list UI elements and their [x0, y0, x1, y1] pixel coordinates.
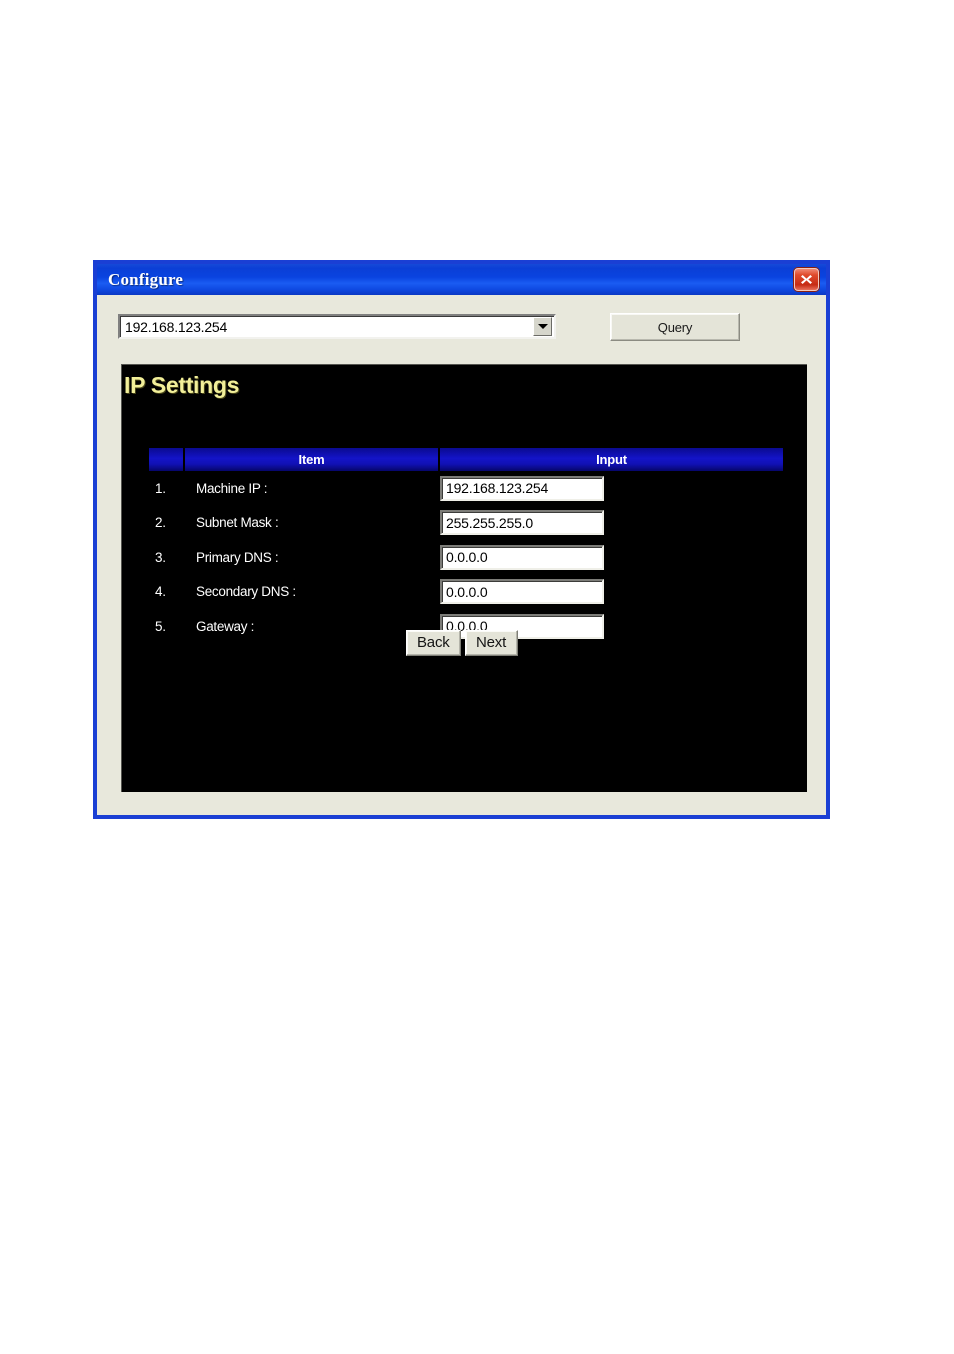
row-label: Secondary DNS :	[196, 584, 296, 600]
page-title: IP Settings	[124, 372, 240, 398]
row-number: 1.	[155, 480, 166, 496]
window-title: Configure	[108, 269, 184, 289]
toolbar: 192.168.123.254 Query	[97, 295, 826, 355]
back-button[interactable]: Back	[406, 630, 461, 656]
ip-address-combobox-value: 192.168.123.254	[125, 319, 228, 334]
row-label: Primary DNS :	[196, 549, 279, 565]
navigation-buttons: Back Next	[406, 630, 518, 656]
table-row: 1. Machine IP : 192.168.123.254	[149, 471, 783, 506]
column-header-item: Item	[185, 448, 438, 471]
row-input-cell: 255.255.255.0	[440, 510, 783, 536]
query-button[interactable]: Query	[610, 313, 740, 341]
table-row: 4. Secondary DNS : 0.0.0.0	[149, 575, 783, 610]
chevron-down-icon[interactable]	[533, 317, 552, 336]
row-label: Subnet Mask :	[196, 515, 279, 531]
close-icon[interactable]	[794, 268, 819, 291]
column-header-input: Input	[440, 448, 783, 471]
ip-settings-table: Item Input 1. Machine IP : 192.168.123.2…	[149, 448, 783, 644]
row-number: 2.	[155, 515, 166, 531]
table-header-row: Item Input	[149, 448, 783, 471]
configure-dialog-window: Configure 192.168.123.254 Query IP Setti…	[93, 260, 830, 819]
row-input-cell: 192.168.123.254	[440, 475, 783, 501]
table-row: 3. Primary DNS : 0.0.0.0	[149, 540, 783, 575]
primary-dns-input[interactable]: 0.0.0.0	[440, 544, 604, 570]
ip-settings-panel: IP Settings Item Input 1. Machine IP : 1…	[121, 364, 807, 792]
title-bar: Configure	[97, 264, 826, 295]
row-input-cell: 0.0.0.0	[440, 544, 783, 570]
row-number: 5.	[155, 618, 166, 634]
row-label: Gateway :	[196, 618, 255, 634]
column-header-number	[149, 448, 183, 471]
ip-address-combobox[interactable]: 192.168.123.254	[118, 314, 556, 339]
subnet-mask-input[interactable]: 255.255.255.0	[440, 510, 604, 536]
next-button[interactable]: Next	[464, 630, 518, 656]
machine-ip-input[interactable]: 192.168.123.254	[440, 475, 604, 501]
secondary-dns-input[interactable]: 0.0.0.0	[440, 579, 604, 605]
table-row: 2. Subnet Mask : 255.255.255.0	[149, 506, 783, 541]
row-label: Machine IP :	[196, 480, 268, 496]
row-number: 4.	[155, 584, 166, 600]
row-input-cell: 0.0.0.0	[440, 579, 783, 605]
row-number: 3.	[155, 549, 166, 565]
